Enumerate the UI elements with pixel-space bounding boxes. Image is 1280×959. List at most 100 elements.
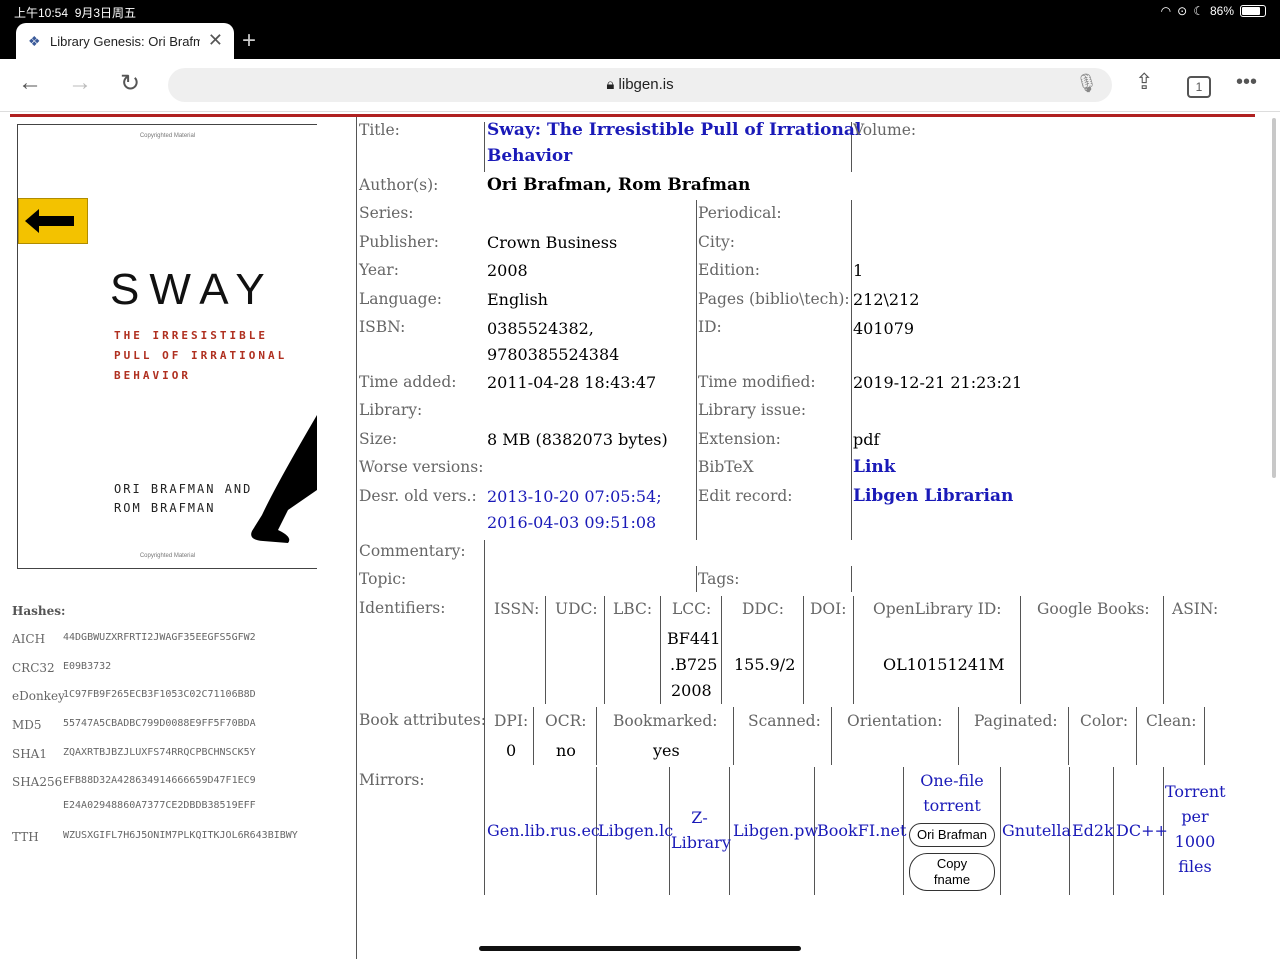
wifi-icon: ◠ [1160, 4, 1172, 18]
desr-old-label: Desr. old vers.: [359, 487, 477, 505]
library-label: Library: [359, 401, 423, 419]
browser-tab-active[interactable]: ❖ Library Genesis: Ori Brafman, Rom Braf… [16, 23, 234, 59]
volume-label: Volume: [853, 121, 917, 139]
authors-label: Author(s): [359, 176, 439, 194]
cell-divider [484, 122, 485, 172]
scrollbar[interactable] [1272, 118, 1276, 478]
hash-value[interactable]: E24A02948860A7377CE2DBDB38519EFF [63, 800, 256, 811]
hash-value[interactable]: ZQAXRTBJBZJLUXFS74RRQCPBCHNSCK5Y [63, 747, 256, 758]
browser-top-bar: 上午10:54 9月3日周五 ◠ ⊙ ☾ 86% ❖ Library Genes… [0, 0, 1280, 59]
ddc-label: DDC: [742, 600, 784, 618]
title-link-line2[interactable]: Behavior [487, 146, 572, 166]
cell-divider [596, 707, 597, 765]
cell-divider [831, 707, 832, 765]
home-indicator[interactable] [479, 946, 801, 951]
fname-button[interactable]: Ori Brafman [909, 823, 995, 847]
book-cover-image[interactable]: Copyrighted Material SWAY THE IRRESISTIB… [17, 124, 317, 569]
header-divider [10, 114, 1255, 117]
mirror-onefile-torrent-link[interactable]: One-file torrent [905, 771, 999, 815]
mirror-libgenpw-link[interactable]: Libgen.pw [733, 821, 818, 840]
doi-label: DOI: [810, 600, 847, 618]
city-label: City: [698, 233, 736, 251]
hash-label: MD5 [12, 718, 42, 732]
id-value: 401079 [853, 319, 915, 338]
cell-divider [660, 596, 661, 704]
libgen-librarian-link[interactable]: Libgen Librarian [853, 486, 1013, 506]
scanned-label: Scanned: [748, 712, 821, 730]
reload-button[interactable]: ↻ [120, 69, 140, 98]
cell-divider [729, 767, 730, 895]
language-value: English [487, 290, 548, 309]
status-date: 9月3日周五 [74, 6, 137, 20]
mirror-bookfi-link[interactable]: BookFI.net [817, 821, 906, 840]
year-label: Year: [359, 261, 399, 279]
copy-fname-button[interactable]: Copy fname [909, 853, 995, 891]
language-label: Language: [359, 290, 442, 308]
topic-label: Topic: [359, 570, 407, 588]
microphone-icon[interactable]: 🎙︎ [1075, 73, 1098, 94]
back-button[interactable]: ← [18, 69, 42, 97]
cell-divider [803, 596, 804, 704]
pages-value: 212\212 [853, 290, 920, 309]
hashes-heading: Hashes: [12, 604, 66, 618]
cover-author-line: ROM BRAFMAN [114, 501, 216, 515]
mirror-dcpp-link[interactable]: DC++ [1116, 821, 1168, 840]
lcc-value: 2008 [671, 681, 712, 700]
mirror-genlib-link[interactable]: Gen.lib.rus.ec [487, 821, 600, 840]
hash-value[interactable]: E09B3732 [63, 661, 111, 672]
hash-label: CRC32 [12, 661, 55, 675]
publisher-value: Crown Business [487, 233, 618, 252]
hash-value[interactable]: 1C97FB9F265ECB3F1053C02C71106B8D [63, 689, 256, 700]
title-link[interactable]: Sway: The Irresistible Pull of Irrationa… [487, 120, 861, 140]
time-modified-value: 2019-12-21 21:23:21 [853, 373, 1023, 392]
orientation-label: Orientation: [847, 712, 943, 730]
dpi-value: 0 [506, 741, 517, 760]
close-tab-icon[interactable]: ✕ [208, 30, 223, 51]
bibtex-link[interactable]: Link [853, 457, 896, 477]
ocr-label: OCR: [545, 712, 587, 730]
mirror-gnutella-link[interactable]: Gnutella [1002, 821, 1071, 840]
dpi-label: DPI: [494, 712, 529, 730]
isbn-label: ISBN: [359, 318, 406, 336]
mirrors-label: Mirrors: [359, 771, 425, 789]
cell-divider [545, 596, 546, 704]
google-books-label: Google Books: [1037, 600, 1150, 618]
mirror-zlibrary-link[interactable]: Z- Library [671, 808, 731, 852]
cell-divider [1020, 596, 1021, 704]
new-tab-button[interactable]: + [242, 27, 256, 55]
torrent-line: 1000 [1174, 832, 1216, 851]
hash-value[interactable]: 44DGBWUZXRFRTI2JWAGF35EEGFS5GFW2 [63, 632, 256, 643]
tabs-overview-button[interactable]: 1 [1187, 76, 1211, 98]
lcc-value: BF441 [667, 629, 721, 648]
mirror-ed2k-link[interactable]: Ed2k [1072, 821, 1114, 840]
bookmarked-value: yes [653, 741, 680, 760]
hash-value[interactable]: 55747A5CBADBC799D0088E9FF5F70BDA [63, 718, 256, 729]
cover-subtitle-line: BEHAVIOR [114, 369, 191, 382]
mirror-libgenlc-link[interactable]: Libgen.lc [598, 821, 673, 840]
series-label: Series: [359, 204, 414, 222]
desr-old-link[interactable]: 2016-04-03 09:51:08 [487, 513, 656, 532]
size-value: 8 MB (8382073 bytes) [487, 430, 668, 449]
cover-copyright-bottom: Copyrighted Material [139, 553, 196, 559]
share-button[interactable]: ⇪ [1135, 69, 1153, 95]
column-divider [356, 117, 357, 959]
cover-title: SWAY [110, 265, 275, 314]
hash-value[interactable]: WZUSXGIFL7H6J5ONIM7PLKQITKJOL6R643BIBWY [63, 830, 298, 841]
mirror-torrent-1000-link[interactable]: Torrent per 1000 files [1165, 782, 1226, 876]
publisher-label: Publisher: [359, 233, 439, 251]
more-menu-button[interactable]: ••• [1236, 71, 1257, 94]
bookmarked-label: Bookmarked: [613, 712, 718, 730]
desr-old-link[interactable]: 2013-10-20 07:05:54; [487, 487, 662, 506]
address-bar[interactable]: 🔒︎ libgen.is 🎙︎ [168, 68, 1112, 102]
url-display: 🔒︎ libgen.is [168, 76, 1112, 93]
forward-button[interactable]: → [68, 69, 92, 97]
openlibrary-label: OpenLibrary ID: [873, 600, 1002, 618]
arrow-sign-icon [18, 198, 88, 244]
cover-subtitle-line: PULL OF IRRATIONAL [114, 349, 288, 362]
paginated-label: Paginated: [974, 712, 1058, 730]
cover-subtitle-line: THE IRRESISTIBLE [114, 329, 268, 342]
authors-value[interactable]: Ori Brafman, Rom Brafman [487, 175, 750, 195]
cell-divider [1204, 707, 1205, 765]
hash-value[interactable]: EFB88D32A428634914666659D47F1EC9 [63, 775, 256, 786]
issn-label: ISSN: [494, 600, 540, 618]
